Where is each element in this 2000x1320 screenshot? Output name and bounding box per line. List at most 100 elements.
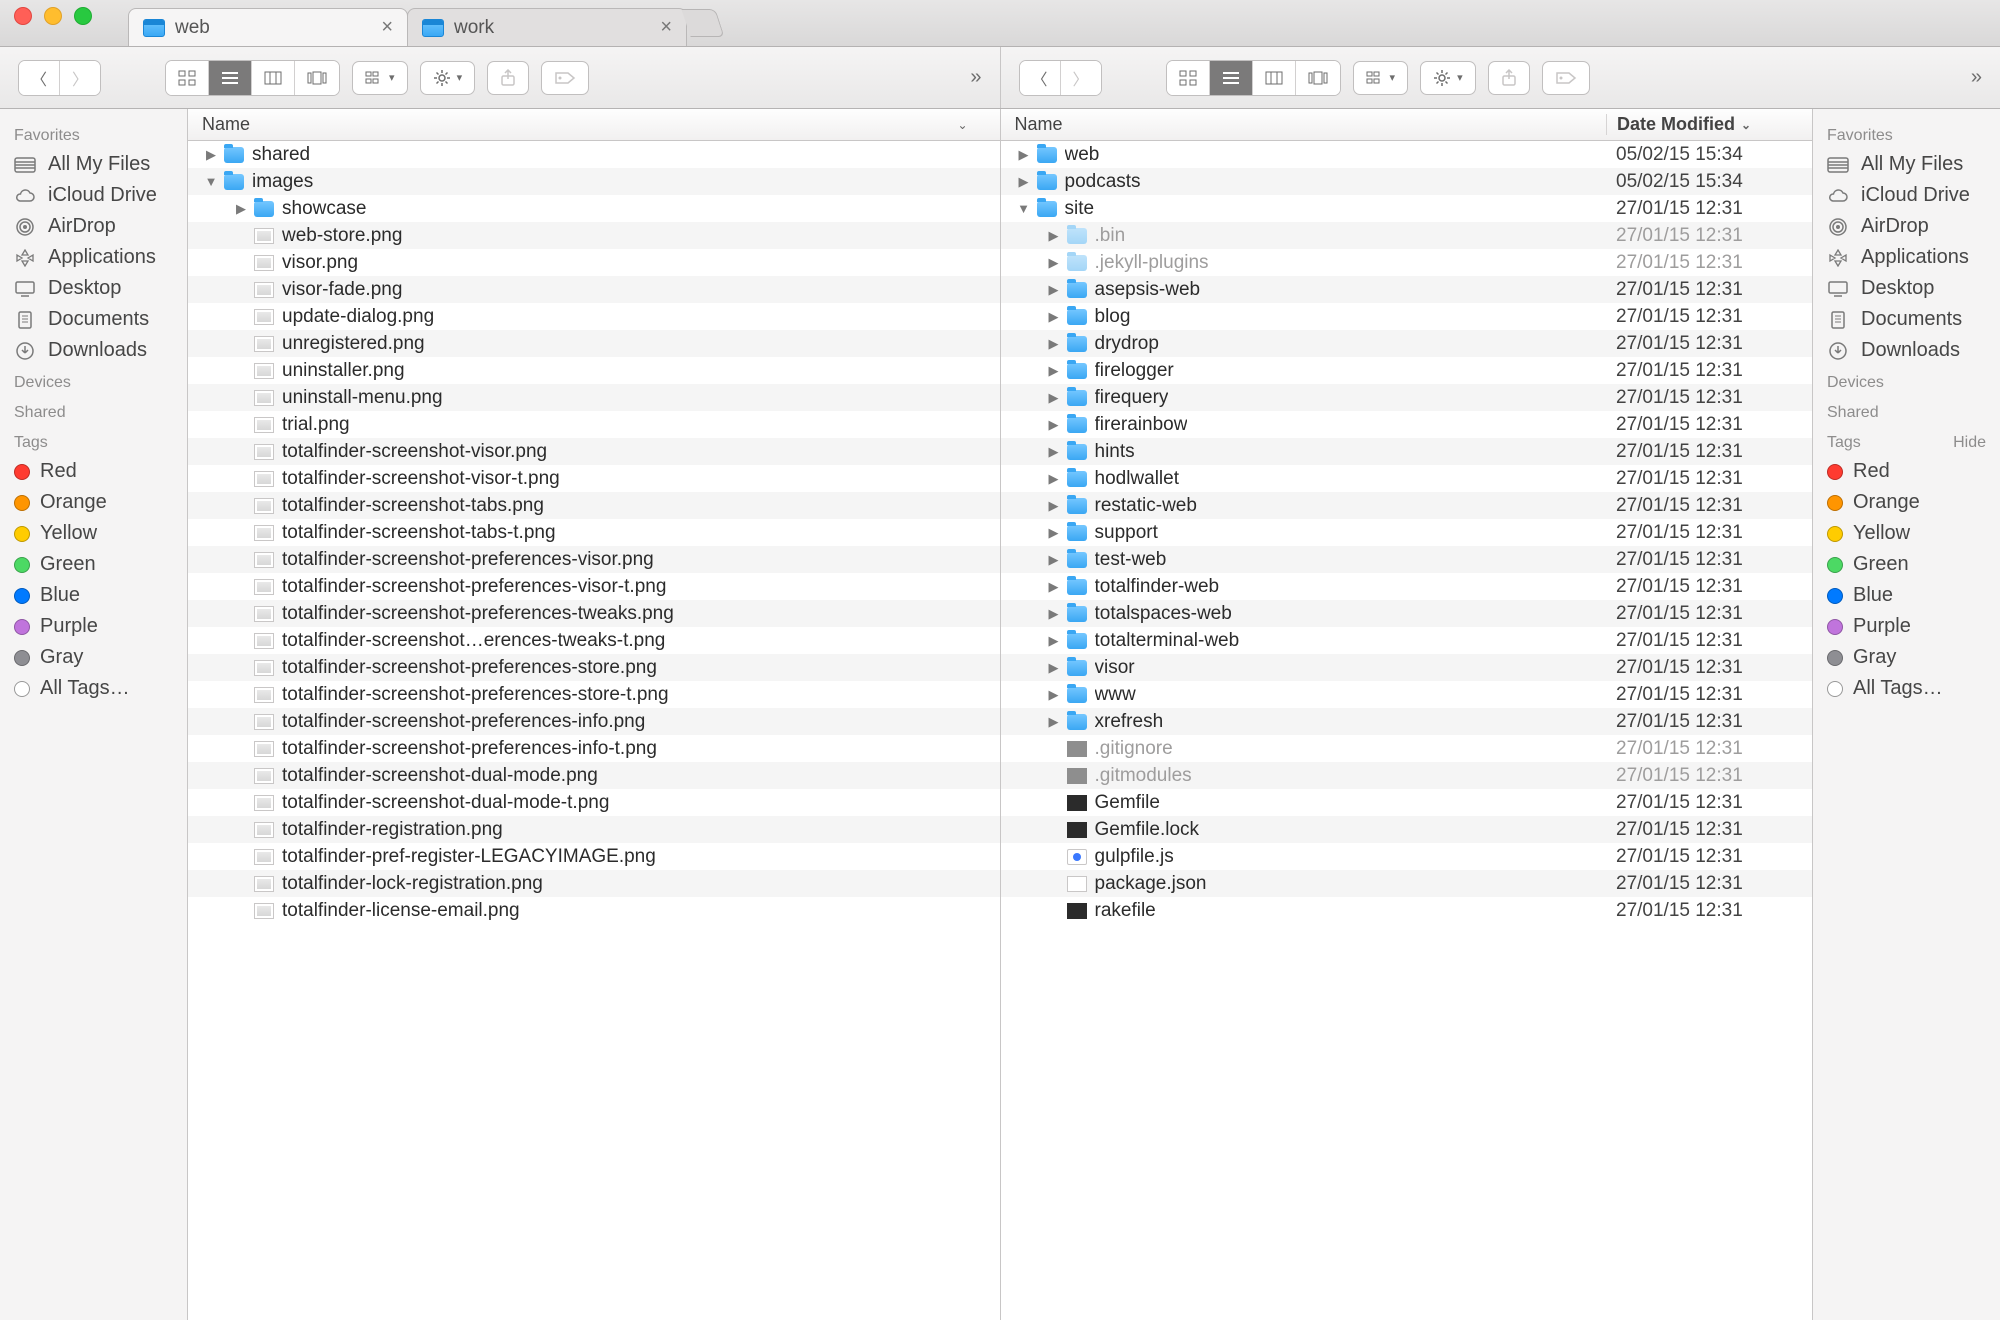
column-date-header[interactable]: Date Modified ⌄ bbox=[1606, 114, 1794, 135]
tag-purple[interactable]: Purple bbox=[1813, 611, 2000, 642]
list-row[interactable]: ▶firequery27/01/15 12:31 bbox=[1001, 384, 1813, 411]
disclosure-triangle-icon[interactable]: ▶ bbox=[1041, 255, 1067, 271]
arrange-button[interactable]: ▾ bbox=[1353, 61, 1409, 95]
tag-blue[interactable]: Blue bbox=[1813, 580, 2000, 611]
column-header-left[interactable]: Name ⌄ bbox=[188, 109, 1000, 141]
disclosure-triangle-icon[interactable]: ▼ bbox=[1011, 201, 1037, 216]
disclosure-triangle-icon[interactable]: ▶ bbox=[1041, 498, 1067, 514]
disclosure-triangle-icon[interactable]: ▶ bbox=[1041, 714, 1067, 730]
toolbar-overflow-button[interactable] bbox=[1971, 66, 1982, 89]
list-row[interactable]: totalfinder-screenshot-dual-mode-t.png bbox=[188, 789, 1000, 816]
view-columns-button[interactable] bbox=[251, 61, 294, 95]
action-button[interactable]: ▾ bbox=[1420, 61, 1476, 95]
disclosure-triangle-icon[interactable]: ▶ bbox=[1041, 552, 1067, 568]
share-button[interactable] bbox=[487, 61, 529, 95]
list-row[interactable]: ▶hodlwallet27/01/15 12:31 bbox=[1001, 465, 1813, 492]
disclosure-triangle-icon[interactable]: ▶ bbox=[1041, 309, 1067, 325]
sidebar-item-download[interactable]: Downloads bbox=[0, 335, 187, 366]
all-tags[interactable]: All Tags… bbox=[1813, 673, 2000, 704]
disclosure-triangle-icon[interactable]: ▶ bbox=[1011, 174, 1037, 190]
list-row[interactable]: ▶blog27/01/15 12:31 bbox=[1001, 303, 1813, 330]
list-row[interactable]: ▶firelogger27/01/15 12:31 bbox=[1001, 357, 1813, 384]
sidebar-item-cloud[interactable]: iCloud Drive bbox=[0, 180, 187, 211]
list-row[interactable]: unregistered.png bbox=[188, 330, 1000, 357]
list-row[interactable]: .gitmodules27/01/15 12:31 bbox=[1001, 762, 1813, 789]
list-row[interactable]: web-store.png bbox=[188, 222, 1000, 249]
tag-green[interactable]: Green bbox=[0, 549, 187, 580]
zoom-window-button[interactable] bbox=[74, 7, 92, 25]
view-list-button[interactable] bbox=[208, 61, 251, 95]
disclosure-triangle-icon[interactable]: ▶ bbox=[198, 147, 224, 163]
minimize-window-button[interactable] bbox=[44, 7, 62, 25]
disclosure-triangle-icon[interactable]: ▶ bbox=[1041, 633, 1067, 649]
column-name-header[interactable]: Name ⌄ bbox=[188, 114, 982, 135]
view-icons-button[interactable] bbox=[166, 61, 208, 95]
sidebar-item-desktop[interactable]: Desktop bbox=[1813, 273, 2000, 304]
list-row[interactable]: .gitignore27/01/15 12:31 bbox=[1001, 735, 1813, 762]
list-row[interactable]: ▶xrefresh27/01/15 12:31 bbox=[1001, 708, 1813, 735]
list-row[interactable]: ▶.jekyll-plugins27/01/15 12:31 bbox=[1001, 249, 1813, 276]
list-row[interactable]: totalfinder-screenshot-preferences-info-… bbox=[188, 735, 1000, 762]
close-tab-icon[interactable]: × bbox=[660, 16, 672, 39]
list-row[interactable]: ▶drydrop27/01/15 12:31 bbox=[1001, 330, 1813, 357]
tag-red[interactable]: Red bbox=[0, 456, 187, 487]
list-row[interactable]: visor.png bbox=[188, 249, 1000, 276]
forward-button[interactable]: 〉 bbox=[59, 61, 100, 95]
disclosure-triangle-icon[interactable]: ▶ bbox=[1041, 336, 1067, 352]
tag-green[interactable]: Green bbox=[1813, 549, 2000, 580]
list-row[interactable]: visor-fade.png bbox=[188, 276, 1000, 303]
view-icons-button[interactable] bbox=[1167, 61, 1209, 95]
list-row[interactable]: rakefile27/01/15 12:31 bbox=[1001, 897, 1813, 924]
tab-web[interactable]: web× bbox=[128, 8, 408, 46]
list-row[interactable]: ▶visor27/01/15 12:31 bbox=[1001, 654, 1813, 681]
list-row[interactable]: ▶test-web27/01/15 12:31 bbox=[1001, 546, 1813, 573]
list-row[interactable]: ▼images bbox=[188, 168, 1000, 195]
close-tab-icon[interactable]: × bbox=[381, 16, 393, 39]
disclosure-triangle-icon[interactable]: ▶ bbox=[1041, 417, 1067, 433]
list-row[interactable]: ▶asepsis-web27/01/15 12:31 bbox=[1001, 276, 1813, 303]
list-row[interactable]: totalfinder-screenshot-preferences-store… bbox=[188, 654, 1000, 681]
view-columns-button[interactable] bbox=[1252, 61, 1295, 95]
view-list-button[interactable] bbox=[1209, 61, 1252, 95]
arrange-button[interactable]: ▾ bbox=[352, 61, 408, 95]
disclosure-triangle-icon[interactable]: ▶ bbox=[1011, 147, 1037, 163]
list-row[interactable]: ▶firerainbow27/01/15 12:31 bbox=[1001, 411, 1813, 438]
list-row[interactable]: totalfinder-screenshot-visor-t.png bbox=[188, 465, 1000, 492]
view-coverflow-button[interactable] bbox=[294, 61, 339, 95]
tag-red[interactable]: Red bbox=[1813, 456, 2000, 487]
tag-gray[interactable]: Gray bbox=[0, 642, 187, 673]
list-row[interactable]: totalfinder-pref-register-LEGACYIMAGE.pn… bbox=[188, 843, 1000, 870]
list-row[interactable]: ▶podcasts05/02/15 15:34 bbox=[1001, 168, 1813, 195]
share-button[interactable] bbox=[1488, 61, 1530, 95]
list-row[interactable]: ▶showcase bbox=[188, 195, 1000, 222]
sidebar-item-desktop[interactable]: Desktop bbox=[0, 273, 187, 304]
list-row[interactable]: ▶www27/01/15 12:31 bbox=[1001, 681, 1813, 708]
tags-button[interactable] bbox=[541, 61, 589, 95]
list-row[interactable]: package.json27/01/15 12:31 bbox=[1001, 870, 1813, 897]
list-row[interactable]: totalfinder-registration.png bbox=[188, 816, 1000, 843]
tag-yellow[interactable]: Yellow bbox=[1813, 518, 2000, 549]
list-row[interactable]: ▶restatic-web27/01/15 12:31 bbox=[1001, 492, 1813, 519]
list-row[interactable]: totalfinder-lock-registration.png bbox=[188, 870, 1000, 897]
disclosure-triangle-icon[interactable]: ▶ bbox=[228, 201, 254, 217]
list-row[interactable]: uninstaller.png bbox=[188, 357, 1000, 384]
list-row[interactable]: Gemfile.lock27/01/15 12:31 bbox=[1001, 816, 1813, 843]
list-row[interactable]: trial.png bbox=[188, 411, 1000, 438]
disclosure-triangle-icon[interactable]: ▶ bbox=[1041, 444, 1067, 460]
sidebar-item-files[interactable]: All My Files bbox=[1813, 149, 2000, 180]
new-tab-button[interactable] bbox=[681, 9, 724, 37]
disclosure-triangle-icon[interactable]: ▼ bbox=[198, 174, 224, 189]
disclosure-triangle-icon[interactable]: ▶ bbox=[1041, 363, 1067, 379]
list-row[interactable]: totalfinder-screenshot-preferences-visor… bbox=[188, 573, 1000, 600]
list-row[interactable]: ▼site27/01/15 12:31 bbox=[1001, 195, 1813, 222]
sidebar-item-airdrop[interactable]: AirDrop bbox=[0, 211, 187, 242]
sidebar-item-apps[interactable]: Applications bbox=[0, 242, 187, 273]
tag-gray[interactable]: Gray bbox=[1813, 642, 2000, 673]
list-row[interactable]: totalfinder-screenshot…erences-tweaks-t.… bbox=[188, 627, 1000, 654]
list-row[interactable]: ▶totalterminal-web27/01/15 12:31 bbox=[1001, 627, 1813, 654]
list-row[interactable]: totalfinder-screenshot-dual-mode.png bbox=[188, 762, 1000, 789]
rows-right[interactable]: ▶web05/02/15 15:34▶podcasts05/02/15 15:3… bbox=[1001, 141, 1813, 1320]
list-row[interactable]: totalfinder-screenshot-preferences-tweak… bbox=[188, 600, 1000, 627]
list-row[interactable]: totalfinder-screenshot-visor.png bbox=[188, 438, 1000, 465]
sidebar-item-cloud[interactable]: iCloud Drive bbox=[1813, 180, 2000, 211]
